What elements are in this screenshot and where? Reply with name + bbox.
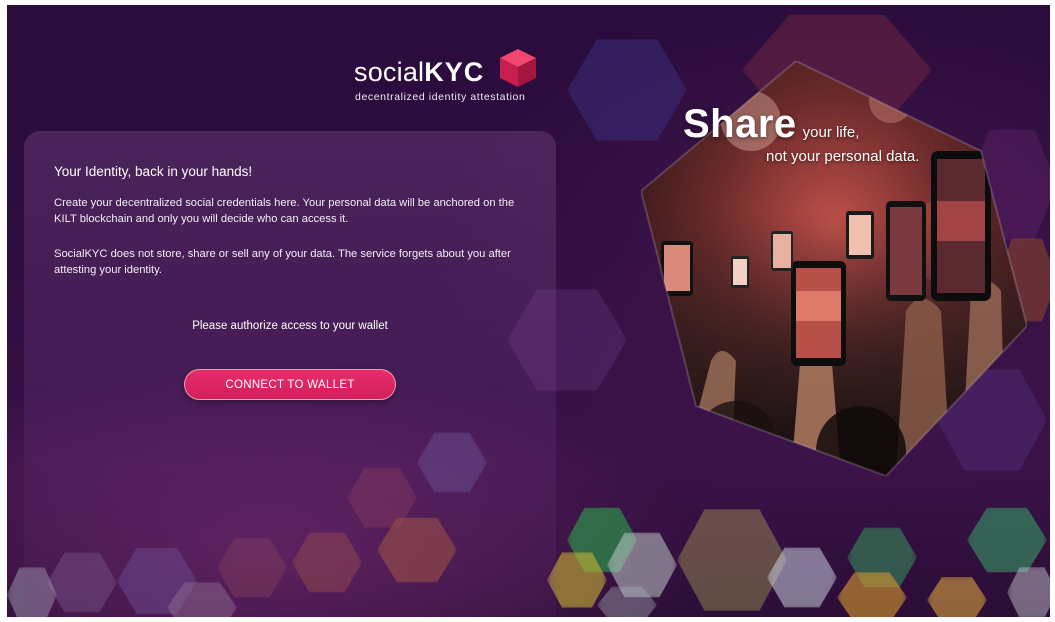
app-root: socialKYC decentralized identity attesta… [7,5,1050,617]
card-privacy-note: SocialKYC does not store, share or sell … [54,248,511,276]
hero-headline-rest: your life, [802,124,860,141]
logo-wordmark: socialKYC [354,57,484,87]
cube-icon [500,49,536,87]
logo-word-social: social [354,57,425,87]
card-title: Your Identity, back in your hands! [54,164,253,179]
card-description: Create your decentralized social credent… [54,197,515,225]
hero-headline: Share your life, [683,102,859,147]
identity-card: Your Identity, back in your hands! Creat… [24,131,556,617]
logo-word-kyc: KYC [424,57,485,87]
hero-headline-big: Share [683,102,797,146]
connect-wallet-button[interactable]: CONNECT TO WALLET [184,369,396,400]
logo-tagline: decentralized identity attestation [355,91,526,103]
authorize-prompt: Please authorize access to your wallet [192,320,388,332]
hero-headline-line2: not your personal data. [766,148,920,165]
socialkyc-logo: socialKYC decentralized identity attesta… [354,47,554,109]
